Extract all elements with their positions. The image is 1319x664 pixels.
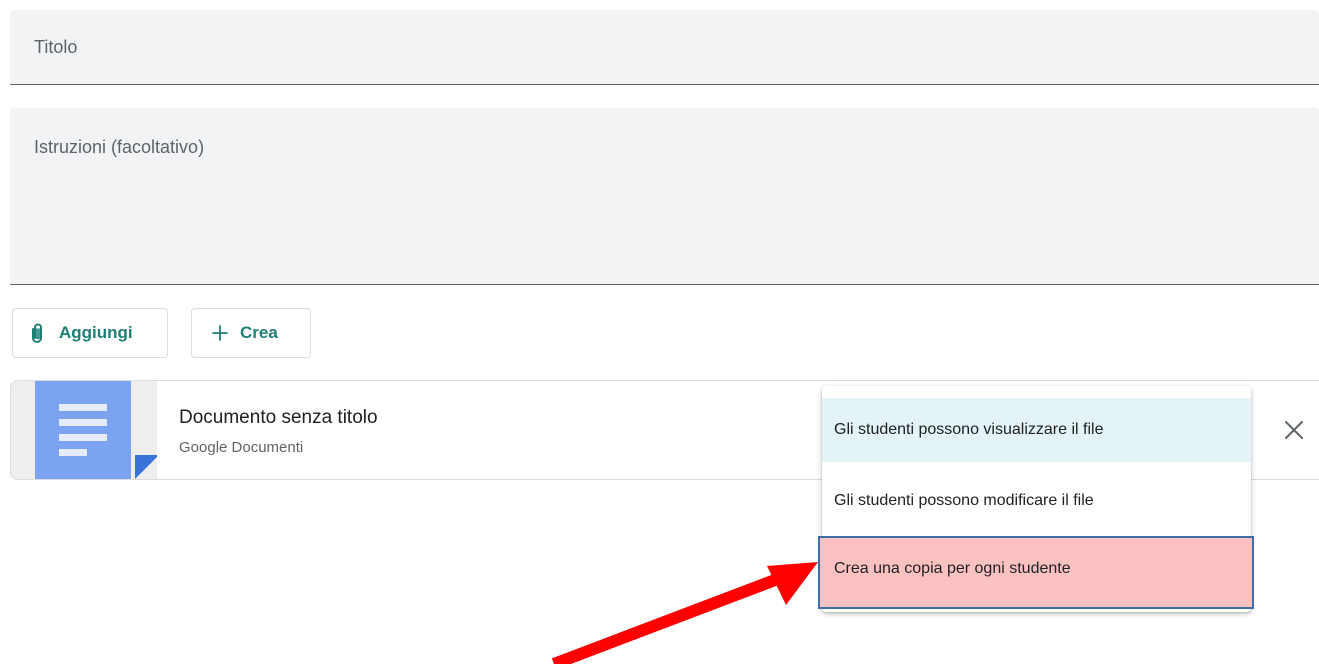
instructions-placeholder: Istruzioni (facoltativo)	[34, 137, 205, 157]
menu-item-copy-per-student[interactable]: Crea una copia per ogni studente	[818, 536, 1254, 609]
attachment-type: Google Documenti	[179, 439, 304, 456]
add-button-label: Aggiungi	[59, 323, 133, 342]
menu-item-students-view[interactable]: Gli studenti possono visualizzare il fil…	[822, 398, 1251, 462]
close-icon[interactable]	[1281, 417, 1307, 443]
paperclip-icon	[31, 323, 45, 343]
title-field[interactable]: Titolo	[10, 10, 1319, 85]
plus-icon	[212, 325, 228, 341]
menu-item-label: Gli studenti possono modificare il file	[834, 492, 1094, 509]
attachment-title: Documento senza titolo	[179, 407, 378, 428]
menu-item-label: Gli studenti possono visualizzare il fil…	[834, 421, 1104, 438]
google-docs-icon	[11, 381, 157, 479]
create-button[interactable]: Crea	[191, 308, 311, 358]
assignment-form: Titolo Istruzioni (facoltativo) Aggiungi…	[0, 0, 1319, 664]
menu-item-students-edit[interactable]: Gli studenti possono modificare il file	[822, 469, 1251, 533]
add-button[interactable]: Aggiungi	[12, 308, 168, 358]
instructions-field[interactable]: Istruzioni (facoltativo)	[10, 108, 1319, 285]
menu-item-label: Crea una copia per ogni studente	[834, 559, 1071, 577]
sharing-options-menu: Gli studenti possono visualizzare il fil…	[818, 386, 1254, 612]
title-placeholder: Titolo	[34, 37, 78, 57]
create-button-label: Crea	[240, 323, 278, 342]
